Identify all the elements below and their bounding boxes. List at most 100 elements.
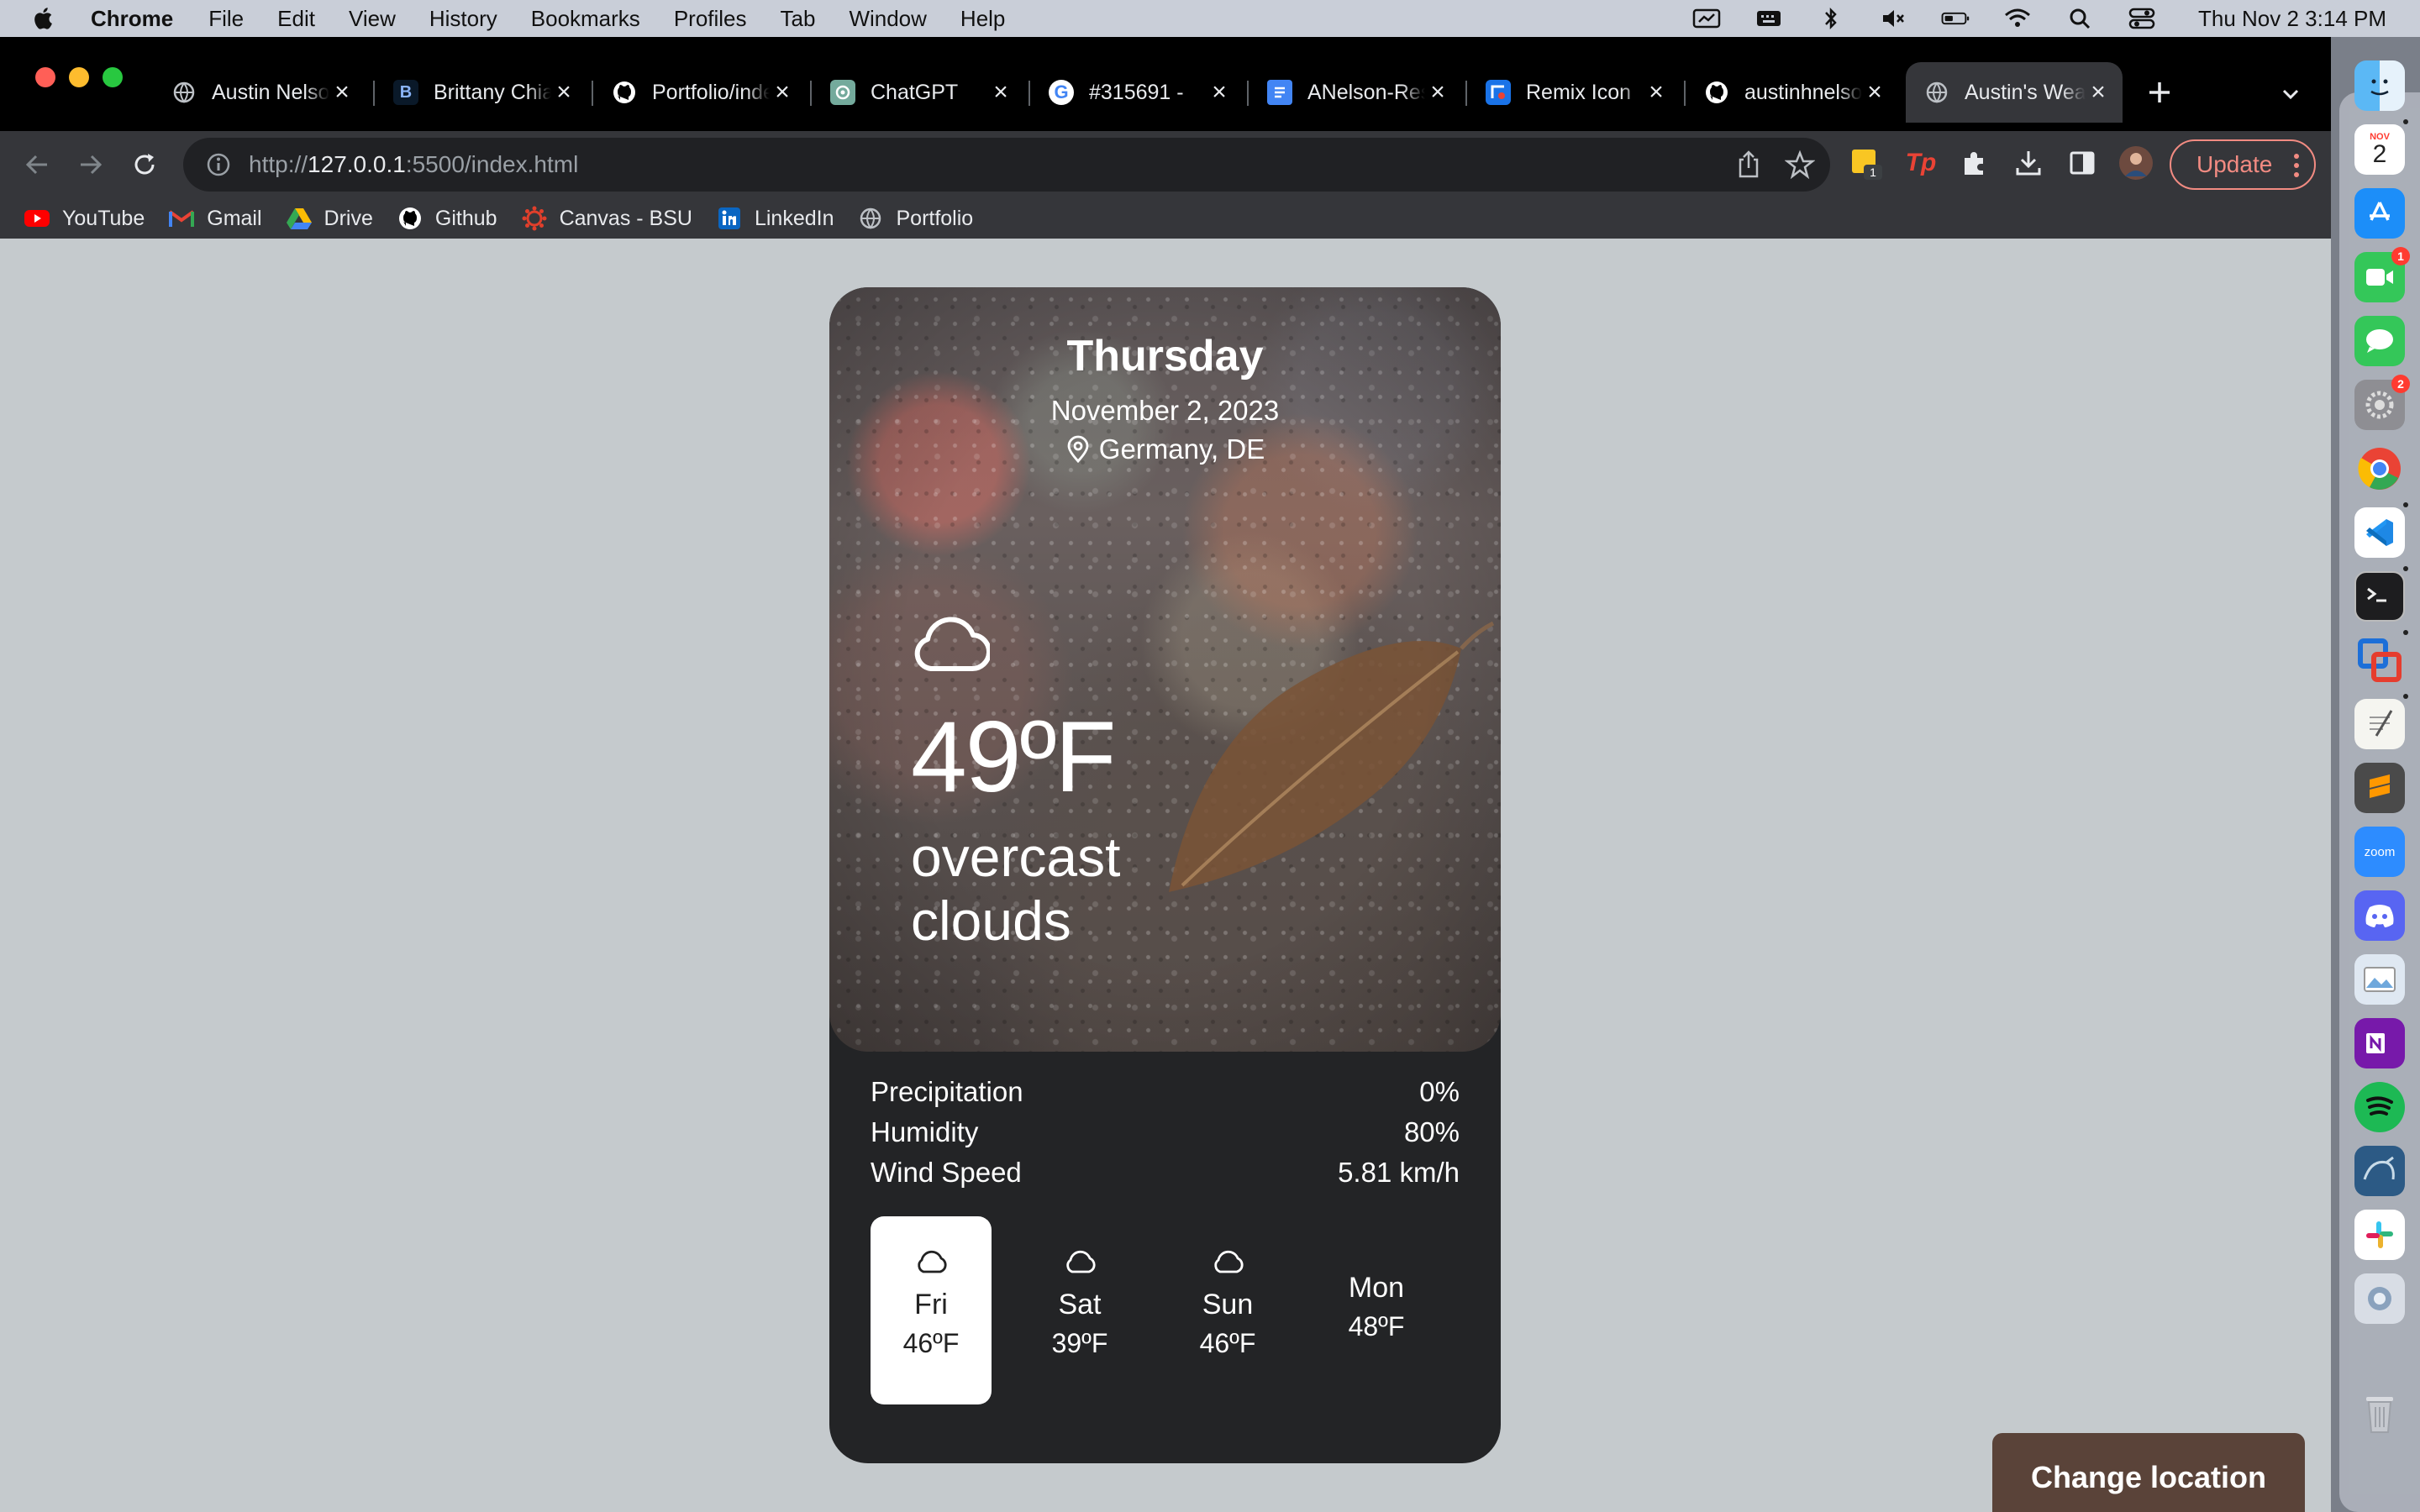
menu-history[interactable]: History xyxy=(429,6,497,32)
menu-file[interactable]: File xyxy=(208,6,244,32)
tab-resume-doc[interactable]: ANelson-Resume × xyxy=(1249,62,1462,123)
slack-icon[interactable] xyxy=(2354,1210,2405,1260)
stat-label: Precipitation xyxy=(871,1076,1023,1107)
update-button[interactable]: Update xyxy=(2170,139,2316,190)
mysql-workbench-icon[interactable] xyxy=(2354,1146,2405,1196)
wifi-icon[interactable] xyxy=(2003,8,2032,29)
bookmarks-bar: YouTube Gmail Drive Github Canvas - BSU … xyxy=(0,198,2331,239)
utility-icon[interactable] xyxy=(2354,1273,2405,1324)
reload-button[interactable] xyxy=(128,148,161,181)
spotify-icon[interactable] xyxy=(2354,1082,2405,1132)
tab-portfolio-github[interactable]: Portfolio/index × xyxy=(593,62,807,123)
tab-austin-nelson[interactable]: Austin Nelson × xyxy=(153,62,366,123)
vmware-icon[interactable] xyxy=(2354,635,2405,685)
tab-search-chevron-icon[interactable] xyxy=(2277,81,2304,108)
forward-button[interactable] xyxy=(74,148,108,181)
keyboard-icon[interactable] xyxy=(1754,8,1783,29)
stat-label: Wind Speed xyxy=(871,1157,1022,1188)
bookmark-linkedin[interactable]: LinkedIn xyxy=(716,205,834,232)
menu-dots-icon[interactable] xyxy=(2294,151,2299,180)
menu-profiles[interactable]: Profiles xyxy=(674,6,747,32)
bookmark-portfolio[interactable]: Portfolio xyxy=(857,205,973,232)
tab-chatgpt[interactable]: ChatGPT × xyxy=(812,62,1025,123)
bookmark-github[interactable]: Github xyxy=(397,205,497,232)
sublime-icon[interactable] xyxy=(2354,763,2405,813)
vscode-icon[interactable] xyxy=(2354,507,2405,558)
preview-icon[interactable] xyxy=(2354,954,2405,1005)
bookmark-canvas[interactable]: Canvas - BSU xyxy=(521,205,692,232)
chrome-icon[interactable] xyxy=(2354,444,2405,494)
site-info-icon[interactable] xyxy=(205,151,232,178)
tab-close-icon[interactable]: × xyxy=(329,78,355,107)
bookmark-gmail[interactable]: Gmail xyxy=(168,205,262,232)
tab-close-icon[interactable]: × xyxy=(1644,78,1669,107)
app-store-icon[interactable] xyxy=(2354,188,2405,239)
tab-close-icon[interactable]: × xyxy=(1425,78,1450,107)
github-icon xyxy=(397,205,424,232)
tab-remix-icon[interactable]: Remix Icon × xyxy=(1467,62,1681,123)
bookmark-star-icon[interactable] xyxy=(1785,150,1815,180)
calendar-icon[interactable]: NOV 2 xyxy=(2354,124,2405,175)
volume-muted-icon[interactable] xyxy=(1879,8,1907,29)
tab-close-icon[interactable]: × xyxy=(2086,78,2111,107)
profile-avatar[interactable] xyxy=(2118,144,2154,181)
terminal-icon[interactable] xyxy=(2354,571,2405,622)
tab-close-icon[interactable]: × xyxy=(551,78,576,107)
battery-icon[interactable] xyxy=(1941,8,1970,29)
window-zoom-button[interactable] xyxy=(103,67,123,87)
onenote-icon[interactable] xyxy=(2354,1018,2405,1068)
trash-icon[interactable] xyxy=(2354,1388,2405,1438)
new-tab-button[interactable] xyxy=(2144,77,2175,108)
control-center-icon[interactable] xyxy=(2128,8,2156,29)
share-icon[interactable] xyxy=(1734,150,1763,180)
screenshot-icon[interactable] xyxy=(1692,8,1721,29)
forecast-temp: 48ºF xyxy=(1348,1311,1405,1341)
running-indicator xyxy=(2403,119,2408,124)
forecast-day-sun[interactable]: Sun 46ºF xyxy=(1167,1216,1288,1404)
finder-icon[interactable] xyxy=(2354,60,2405,111)
window-close-button[interactable] xyxy=(35,67,55,87)
tab-close-icon[interactable]: × xyxy=(988,78,1013,107)
window-minimize-button[interactable] xyxy=(69,67,89,87)
app-menu-chrome[interactable]: Chrome xyxy=(91,6,173,32)
tp-extension-icon[interactable]: Tp xyxy=(1902,144,1939,181)
tab-close-icon[interactable]: × xyxy=(1862,78,1887,107)
bookmark-youtube[interactable]: YouTube xyxy=(24,205,145,232)
bluetooth-icon[interactable] xyxy=(1817,7,1845,30)
system-settings-icon[interactable]: 2 xyxy=(2354,375,2410,430)
zoom-icon[interactable]: zoom xyxy=(2354,827,2405,877)
tab-brittany[interactable]: B Brittany Chiang × xyxy=(375,62,588,123)
downloads-icon[interactable] xyxy=(2010,144,2047,181)
tab-austins-weather[interactable]: Austin's Weather × xyxy=(1906,62,2123,123)
menu-window[interactable]: Window xyxy=(849,6,926,32)
facetime-icon[interactable]: 1 xyxy=(2354,247,2410,302)
apple-logo-icon[interactable] xyxy=(32,6,57,31)
textedit-icon[interactable] xyxy=(2354,699,2405,749)
tab-austinhnelson-github[interactable]: austinhnelson × xyxy=(1686,62,1899,123)
menu-edit[interactable]: Edit xyxy=(277,6,315,32)
bookmark-drive[interactable]: Drive xyxy=(286,205,373,232)
cloud-icon xyxy=(914,617,990,672)
stat-label: Humidity xyxy=(871,1116,979,1147)
sticky-notes-extension-icon[interactable]: 1 xyxy=(1849,144,1886,181)
side-panel-icon[interactable] xyxy=(2064,144,2101,181)
change-location-button[interactable]: Change location xyxy=(1992,1433,2305,1512)
forecast-day-mon[interactable]: Mon 48ºF xyxy=(1316,1216,1437,1404)
tab-close-icon[interactable]: × xyxy=(770,78,795,107)
menu-help[interactable]: Help xyxy=(960,6,1005,32)
messages-icon[interactable] xyxy=(2354,316,2405,366)
tab-google-search[interactable]: G #315691 - × xyxy=(1030,62,1244,123)
tab-label: Remix Icon xyxy=(1526,80,1632,104)
forecast-day-sat[interactable]: Sat 39ºF xyxy=(1019,1216,1140,1404)
menu-bookmarks[interactable]: Bookmarks xyxy=(531,6,640,32)
forecast-day-fri[interactable]: Fri 46ºF xyxy=(871,1216,992,1404)
discord-icon[interactable] xyxy=(2354,890,2405,941)
menu-view[interactable]: View xyxy=(349,6,396,32)
address-bar[interactable]: http://127.0.0.1:5500/index.html xyxy=(183,138,1830,192)
menu-tab[interactable]: Tab xyxy=(781,6,816,32)
spotlight-search-icon[interactable] xyxy=(2065,8,2094,29)
menu-bar-clock[interactable]: Thu Nov 2 3:14 PM xyxy=(2198,6,2386,32)
tab-close-icon[interactable]: × xyxy=(1207,78,1232,107)
back-button[interactable] xyxy=(20,148,54,181)
extensions-puzzle-icon[interactable] xyxy=(1956,144,1993,181)
